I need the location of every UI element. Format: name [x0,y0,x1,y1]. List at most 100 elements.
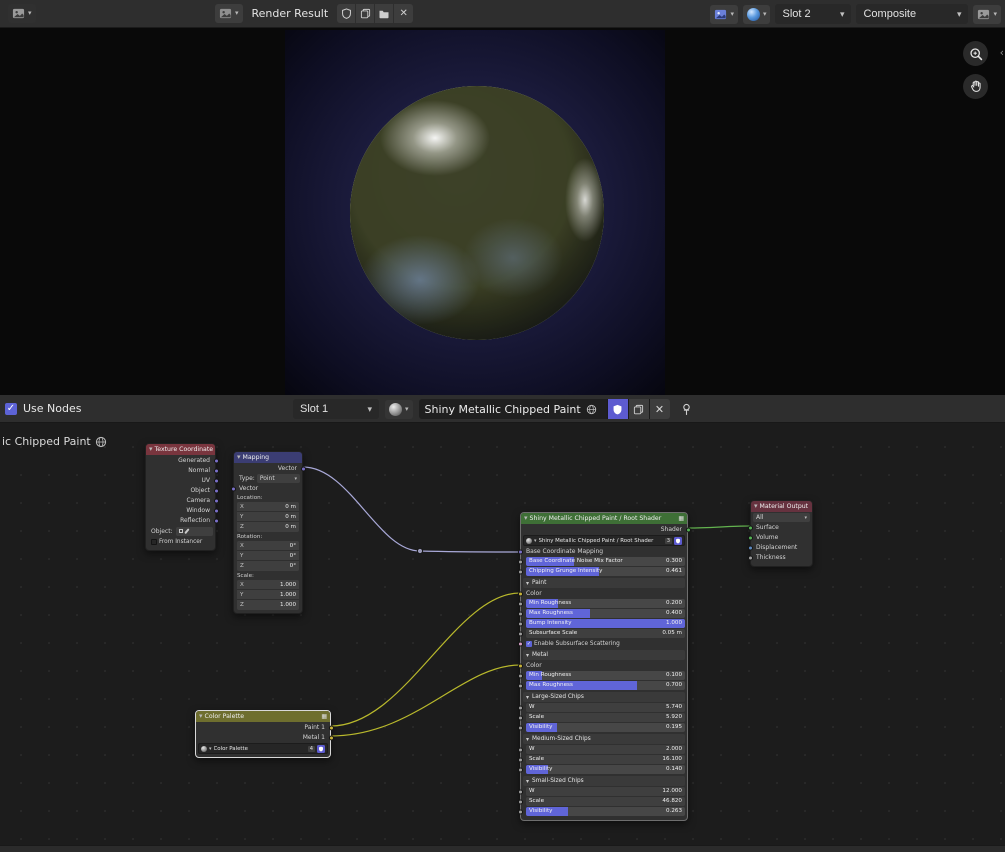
field[interactable]: Subsurface Scale 0.05 m [526,629,685,638]
section-header[interactable]: ▾ Small-Sized Chips [523,776,685,786]
output-socket[interactable] [213,498,219,503]
open-image-button[interactable] [375,4,395,23]
field[interactable]: Scale 16.100 [526,755,685,764]
input-socket[interactable] [517,809,523,814]
input-socket[interactable] [747,555,753,560]
node-color-palette[interactable]: ▾ Color Palette ▦ Paint 1 Metal 1 ▾ Color … [195,710,334,758]
render-pass-select[interactable]: Composite ▾ [856,4,969,24]
node-header[interactable]: ▾ Material Output [751,501,812,512]
fake-user-shield-icon[interactable] [317,744,325,753]
output-socket[interactable] [213,488,219,493]
axis-value-field[interactable]: Z 0° [237,561,299,571]
field[interactable]: Scale 5.920 [526,713,685,722]
axis-value-field[interactable]: X 1.000 [237,580,299,590]
output-socket[interactable] [213,508,219,513]
input-socket[interactable] [517,715,523,720]
editor-type-button[interactable]: ▾ [8,4,36,23]
input-socket[interactable] [517,569,523,574]
object-field[interactable] [175,526,213,536]
unlink-material-button[interactable]: ✕ [648,399,670,419]
input-socket[interactable] [747,535,753,540]
node-root-shader-group[interactable]: ▾ Shiny Metallic Chipped Paint / Root Sh… [517,512,691,821]
field[interactable]: Scale 46.820 [526,797,685,806]
axis-value-field[interactable]: Y 1.000 [237,590,299,600]
display-channels-button[interactable]: ▾ [973,4,1001,24]
shader-node-editor[interactable]: ic Chipped Paint ▾ Texture Coordinate Ge… [0,423,1005,845]
input-socket[interactable] [747,525,753,530]
section-header[interactable]: ▾ Paint [523,578,685,588]
material-name-field[interactable]: Shiny Metallic Chipped Paint [418,399,607,419]
input-socket[interactable] [517,663,523,668]
from-instancer-row[interactable]: From Instancer [148,537,213,547]
zoom-button[interactable] [963,41,988,66]
axis-value-field[interactable]: X 0 m [237,502,299,512]
input-socket[interactable] [517,549,523,554]
collapse-caret-icon[interactable]: ▾ [524,515,528,522]
input-socket[interactable] [517,559,523,564]
collapse-caret-icon[interactable]: ▾ [237,454,241,461]
slider[interactable]: Bump Intensity 1.000 [526,619,685,628]
material-slot-select[interactable]: Slot 1 ▾ [293,399,379,419]
input-socket[interactable] [517,641,523,646]
eyedropper-icon[interactable] [183,528,189,534]
input-socket[interactable] [517,725,523,730]
input-socket[interactable] [517,757,523,762]
collapse-caret-icon[interactable]: ▾ [754,503,758,510]
checkbox-checked-icon[interactable]: ✓ [526,640,532,647]
slider[interactable]: Visibility 0.140 [526,765,685,774]
users-count[interactable]: 3 [664,537,672,544]
input-socket[interactable] [517,789,523,794]
browse-material-button[interactable]: ▾ [385,399,413,419]
slider[interactable]: Chipping Grunge Intensity 0.461 [526,567,685,576]
collapse-caret-icon[interactable]: ▾ [199,713,203,720]
output-socket[interactable] [328,725,334,730]
field[interactable]: W 2.000 [526,745,685,754]
output-socket[interactable] [300,466,306,471]
input-socket[interactable] [230,486,236,491]
node-group-datablock[interactable]: ▾ Shiny Metallic Chipped Paint / Root Sha… [523,535,685,546]
node-group-datablock[interactable]: ▾ Color Palette 4 [198,743,328,754]
type-select[interactable]: Point ▾ [256,474,300,483]
material-fake-user-button[interactable] [606,399,628,419]
output-socket[interactable] [213,478,219,483]
input-socket[interactable] [517,799,523,804]
users-count[interactable]: 4 [307,745,315,752]
region-collapse-arrow[interactable]: ‹ [1000,46,1004,59]
output-socket[interactable] [213,458,219,463]
section-header[interactable]: ▾ Large-Sized Chips [523,692,685,702]
reroute-node[interactable] [416,547,424,555]
fake-user-button[interactable] [337,4,357,23]
slider[interactable]: Max Roughness 0.700 [526,681,685,690]
browse-image-button[interactable]: ▾ [215,4,243,23]
duplicate-material-button[interactable] [627,399,649,419]
section-header[interactable]: ▾ Medium-Sized Chips [523,734,685,744]
input-socket[interactable] [517,705,523,710]
axis-value-field[interactable]: Y 0° [237,551,299,561]
node-header[interactable]: ▾ Shiny Metallic Chipped Paint / Root Sh… [521,513,687,524]
input-socket[interactable] [747,545,753,550]
input-socket[interactable] [517,683,523,688]
render-view-button[interactable]: ▾ [710,4,738,24]
axis-value-field[interactable]: X 0° [237,541,299,551]
slider[interactable]: Visibility 0.263 [526,807,685,816]
pan-button[interactable] [963,74,988,99]
input-socket[interactable] [517,767,523,772]
field[interactable]: W 5.740 [526,703,685,712]
input-socket[interactable] [517,673,523,678]
output-socket[interactable] [685,527,691,532]
view-layer-button[interactable]: ▾ [742,4,771,24]
input-socket[interactable] [517,611,523,616]
input-socket[interactable] [517,621,523,626]
slider[interactable]: Min Roughness 0.200 [526,599,685,608]
axis-value-field[interactable]: Z 1.000 [237,600,299,610]
node-texture-coordinate[interactable]: ▾ Texture Coordinate Generated Normal UV Ob… [145,443,219,551]
node-header[interactable]: ▾ Texture Coordinate [146,444,215,455]
output-socket[interactable] [213,518,219,523]
collapse-caret-icon[interactable]: ▾ [149,446,153,453]
input-socket[interactable] [517,601,523,606]
section-header[interactable]: ▾ Metal [523,650,685,660]
checkbox-row[interactable]: ✓ Enable Subsurface Scattering [517,639,685,648]
input-socket[interactable] [517,591,523,596]
use-nodes-toggle[interactable]: ✓ Use Nodes [5,402,82,415]
slider[interactable]: Max Roughness 0.400 [526,609,685,618]
